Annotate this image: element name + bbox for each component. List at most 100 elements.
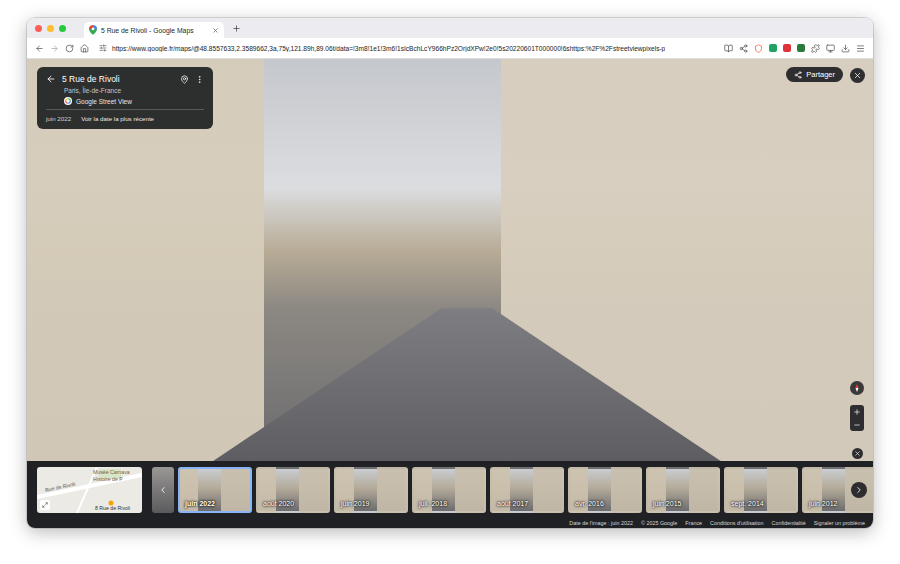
footer-item[interactable]: Confidentialité xyxy=(772,519,806,528)
timeline-date: juin 2019 xyxy=(341,500,369,507)
expand-map-button[interactable] xyxy=(40,500,50,510)
tab-close-button[interactable] xyxy=(212,27,219,34)
zoom-in-button[interactable] xyxy=(850,405,864,418)
toolbar-icons xyxy=(724,44,865,53)
timeline-date: sept. 2014 xyxy=(731,500,764,507)
timeline-thumbnail[interactable]: août 2020 xyxy=(256,467,330,513)
source-row: Google Street View xyxy=(46,97,204,110)
close-icon xyxy=(854,450,861,457)
more-vertical-icon xyxy=(195,75,204,84)
street-view-image[interactable]: 5 Rue de RivoliParis, Île-de-FranceGoogl… xyxy=(27,59,873,461)
source-label: Google Street View xyxy=(76,98,132,105)
download-icon xyxy=(841,44,850,53)
latest-date-link[interactable]: Voir la date la plus récente xyxy=(81,115,154,122)
book-icon xyxy=(724,44,733,53)
timeline-date: août 2017 xyxy=(497,500,528,507)
timeline-date: juil. 2018 xyxy=(419,500,447,507)
sliders-icon xyxy=(99,44,107,52)
footer-item: France xyxy=(685,519,702,528)
capture-date: juin 2022 xyxy=(46,115,71,122)
reload-icon xyxy=(65,44,74,53)
compass[interactable] xyxy=(850,381,864,395)
extension-icon[interactable] xyxy=(797,44,805,52)
site-settings-button[interactable] xyxy=(99,44,107,52)
map-pin-button[interactable] xyxy=(180,75,189,84)
date-row: juin 2022 Voir la date la plus récente xyxy=(46,113,204,122)
timeline-thumbnail[interactable]: août 2017 xyxy=(490,467,564,513)
menu-button[interactable] xyxy=(856,44,865,53)
browser-tab[interactable]: 5 Rue de Rivoli - Google Maps xyxy=(84,22,224,38)
timeline-date: juin 2022 xyxy=(185,500,215,507)
timeline-thumbnail[interactable]: juin 2019 xyxy=(334,467,408,513)
monitor-icon xyxy=(826,44,835,53)
close-street-view-button[interactable] xyxy=(850,68,865,83)
shields-button[interactable] xyxy=(754,44,763,53)
share-icon xyxy=(794,71,802,79)
footer: Date de l'image : juin 2022 © 2025 Google… xyxy=(27,519,873,528)
zoom-out-button[interactable] xyxy=(850,418,864,431)
downloads-button[interactable] xyxy=(841,44,850,53)
back-button[interactable] xyxy=(46,74,56,84)
forward-button[interactable] xyxy=(50,44,59,53)
mini-map[interactable]: Musée CarnavaHistoire de PRue de Rivoli8… xyxy=(37,467,142,513)
footer-item: Date de l'image : juin 2022 xyxy=(569,519,633,528)
reload-button[interactable] xyxy=(65,44,74,53)
location-panel: 5 Rue de RivoliParis, Île-de-FranceGoogl… xyxy=(37,67,213,129)
browser-window: 5 Rue de Rivoli - Google Maps https://www… xyxy=(27,18,873,528)
menu-icon xyxy=(856,44,865,53)
footer-item: © 2025 Google xyxy=(641,519,677,528)
home-button[interactable] xyxy=(80,44,89,53)
google-logo-icon xyxy=(64,97,72,105)
arrow-right-icon xyxy=(50,44,59,53)
close-window-button[interactable] xyxy=(35,25,42,32)
address-row: https://www.google.fr/maps/@48.8557633,2… xyxy=(27,38,873,59)
plus-icon xyxy=(232,24,241,33)
google-maps-icon xyxy=(89,25,97,35)
new-tab-button[interactable] xyxy=(232,24,241,33)
reader-button[interactable] xyxy=(724,44,733,53)
timeline-strip: Musée CarnavaHistoire de PRue de Rivoli8… xyxy=(27,461,873,519)
location-title: 5 Rue de Rivoli xyxy=(62,74,174,84)
minimize-window-button[interactable] xyxy=(47,25,54,32)
sidebar-button[interactable] xyxy=(826,44,835,53)
share-page-button[interactable] xyxy=(739,44,748,53)
chevron-left-icon xyxy=(158,485,168,495)
map-label: Musée Carnava xyxy=(93,469,130,475)
timeline-thumbnail[interactable]: juin 2015 xyxy=(646,467,720,513)
back-button[interactable] xyxy=(35,44,44,53)
more-button[interactable] xyxy=(195,75,204,84)
timeline-thumbnail[interactable]: juil. 2018 xyxy=(412,467,486,513)
compass-needle-icon xyxy=(853,384,861,392)
previous-button[interactable] xyxy=(152,467,174,513)
map-label: Histoire de P xyxy=(93,476,123,482)
title-bar: 5 Rue de Rivoli - Google Maps xyxy=(27,18,873,38)
next-button[interactable] xyxy=(851,482,867,498)
share-label: Partager xyxy=(806,70,835,79)
share-button[interactable]: Partager xyxy=(786,67,843,82)
footer-item[interactable]: Signaler un problème xyxy=(814,519,865,528)
map-pin-icon xyxy=(180,75,189,84)
home-icon xyxy=(80,44,89,53)
extension-icon[interactable] xyxy=(783,44,791,52)
close-timeline-button[interactable] xyxy=(852,448,863,459)
timeline-thumbnail[interactable]: juin 2022 xyxy=(178,467,252,513)
arrow-left-icon xyxy=(46,74,56,84)
map-label: 8 Rue de Rivoli xyxy=(95,505,130,511)
plus-icon xyxy=(853,408,861,416)
timeline-thumbnail[interactable]: sept. 2014 xyxy=(724,467,798,513)
extension-icon[interactable] xyxy=(769,44,777,52)
location-header: 5 Rue de Rivoli xyxy=(46,74,204,84)
extensions-button[interactable] xyxy=(811,44,820,53)
maximize-window-button[interactable] xyxy=(59,25,66,32)
road xyxy=(213,308,721,461)
footer-item[interactable]: Conditions d'utilisation xyxy=(710,519,763,528)
url-field[interactable]: https://www.google.fr/maps/@48.8557633,2… xyxy=(95,44,718,52)
expand-icon xyxy=(42,502,48,508)
zoom-controls xyxy=(850,405,864,431)
close-icon xyxy=(212,27,219,34)
timeline-date: août 2020 xyxy=(263,500,294,507)
timeline-date: avr. 2016 xyxy=(575,500,604,507)
minus-icon xyxy=(853,421,861,429)
timeline-thumbnail[interactable]: avr. 2016 xyxy=(568,467,642,513)
page: 5 Rue de Rivoli - Google Maps https://www… xyxy=(0,0,900,564)
